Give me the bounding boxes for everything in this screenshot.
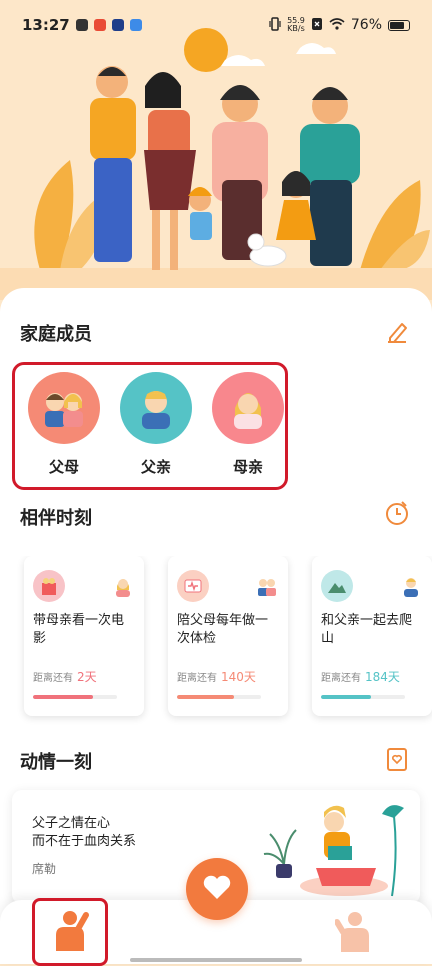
- moment-title-line1: 带母亲看一次电: [33, 613, 125, 628]
- battery-icon: [388, 19, 410, 31]
- status-time: 13:27: [22, 16, 70, 34]
- moment-progress: [33, 695, 117, 699]
- member-label: 父亲: [140, 458, 171, 476]
- moment-distance: 距离还有 2天: [33, 668, 135, 685]
- nav-me-button[interactable]: [32, 898, 108, 966]
- battery-level: 76%: [350, 17, 382, 33]
- distance-label: 距离还有: [177, 673, 217, 684]
- moment-title-line1: 和父亲一起去爬: [321, 613, 413, 628]
- moment-progress-fill: [321, 695, 372, 699]
- distance-label: 距离还有: [33, 673, 73, 684]
- status-bar: 13:27 55.9 KB/s 76%: [0, 0, 432, 50]
- notebook-heart-icon[interactable]: [384, 746, 410, 772]
- network-speed: 55.9 KB/s: [287, 17, 305, 33]
- edit-icon[interactable]: [384, 318, 410, 344]
- family-members-title: 家庭成员: [20, 324, 92, 345]
- days-remaining: 2天: [77, 670, 97, 684]
- moment-title-line1: 陪父母每年做一: [177, 613, 269, 628]
- nav-family-button[interactable]: [332, 906, 382, 960]
- mountain-icon: [321, 570, 353, 602]
- member-label: 母亲: [232, 458, 263, 476]
- moment-card[interactable]: 和父亲一起去爬 山 距离还有 184天: [312, 556, 432, 716]
- moment-title: 陪父母每年做一 次体检: [177, 612, 279, 652]
- days-remaining: 184天: [365, 670, 400, 684]
- father-avatar: [120, 372, 192, 444]
- heart-plus-icon: [200, 872, 234, 906]
- member-label: 父母: [48, 458, 79, 476]
- moment-progress: [177, 695, 261, 699]
- moment-title-line2: 影: [33, 631, 47, 646]
- moment-card[interactable]: 带母亲看一次电 影 距离还有 2天: [24, 556, 144, 716]
- moving-moment-title: 动情一刻: [20, 752, 92, 773]
- moment-card[interactable]: 陪父母每年做一 次体检 距离还有 140天: [168, 556, 288, 716]
- moment-progress: [321, 695, 405, 699]
- mother-icon: [111, 574, 135, 598]
- moment-title-line2: 山: [321, 631, 335, 646]
- sim-icon: [311, 17, 323, 34]
- moment-progress-fill: [177, 695, 234, 699]
- distance-label: 距离还有: [321, 673, 361, 684]
- vibrate-icon: [269, 16, 281, 34]
- father-icon: [399, 574, 423, 598]
- app-notification-icon: [75, 19, 88, 31]
- member-mother[interactable]: 母亲: [212, 372, 284, 477]
- movie-icon: [33, 570, 65, 602]
- home-indicator: [130, 958, 302, 962]
- member-father[interactable]: 父亲: [120, 372, 192, 477]
- person-waving-icon: [48, 907, 92, 957]
- app-notification-icon: [129, 19, 142, 31]
- person-icon: [334, 908, 379, 958]
- quote-line-1: 父子之情在心: [32, 816, 111, 831]
- companion-moments-title: 相伴时刻: [20, 508, 92, 529]
- moment-distance: 距离还有 184天: [321, 668, 423, 685]
- mother-avatar: [212, 372, 284, 444]
- quote-author: 席勒: [32, 862, 57, 876]
- reading-girl-illustration: [262, 794, 412, 906]
- moment-progress-fill: [33, 695, 94, 699]
- companion-cards: 带母亲看一次电 影 距离还有 2天 陪父母每年做一 次体检 距离还有 140天 …: [0, 556, 432, 726]
- health-check-icon: [177, 570, 209, 602]
- member-parents[interactable]: 父母: [28, 372, 100, 477]
- moment-title-line2: 次体检: [177, 631, 217, 646]
- timer-icon[interactable]: [384, 500, 410, 526]
- moment-title: 带母亲看一次电 影: [33, 612, 135, 652]
- parents-avatar: [28, 372, 100, 444]
- nav-center-button[interactable]: [186, 858, 248, 920]
- app-notification-icon: [111, 19, 124, 31]
- app-notification-icon: [93, 19, 106, 31]
- quote-line-2: 而不在于血肉关系: [32, 834, 137, 849]
- moment-distance: 距离还有 140天: [177, 668, 279, 685]
- network-speed-unit: KB/s: [287, 24, 305, 33]
- days-remaining: 140天: [221, 670, 256, 684]
- parents-icon: [255, 574, 279, 598]
- moment-title: 和父亲一起去爬 山: [321, 612, 423, 652]
- wifi-icon: [329, 17, 345, 33]
